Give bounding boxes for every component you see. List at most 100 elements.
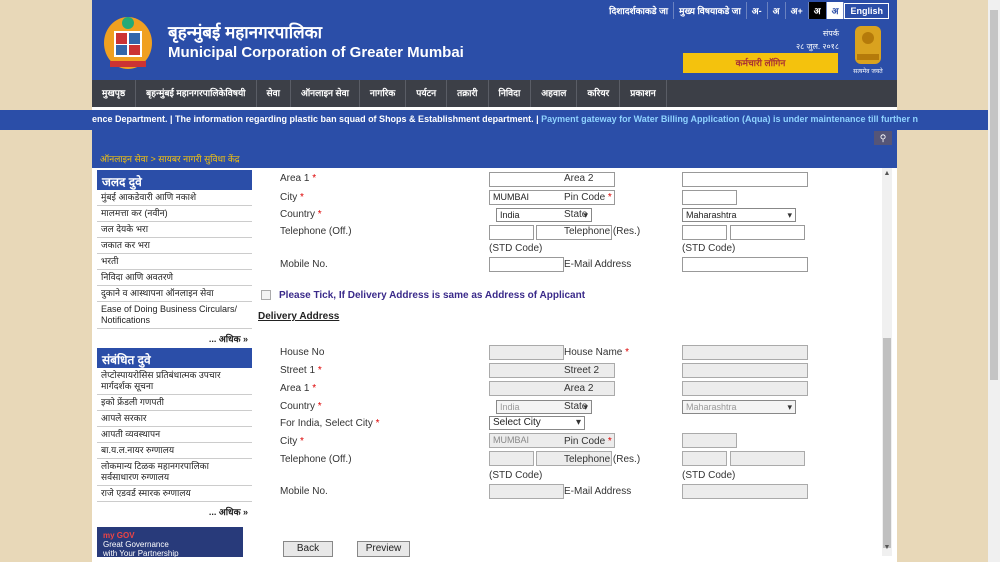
delivery-street2-input[interactable]: [682, 363, 808, 378]
sidebar-item-octroi[interactable]: जकात कर भरा: [97, 238, 252, 254]
nav-about[interactable]: बृहन्मुंबई महानगरपालिकेविषयी: [136, 80, 257, 107]
delivery-house-name-input[interactable]: [682, 345, 808, 360]
nav-reports[interactable]: अहवाल: [531, 80, 578, 107]
sidebar-item-recruitment[interactable]: भरती: [97, 254, 252, 270]
font-increase-button[interactable]: अ+: [786, 2, 809, 19]
contrast-light-button[interactable]: अ: [826, 2, 845, 19]
delivery-telephone-office-std-input[interactable]: [489, 451, 534, 466]
delivery-telephone-office-label: Telephone (Off.): [280, 454, 352, 465]
telephone-office-label: Telephone (Off.): [280, 226, 352, 237]
breadcrumb[interactable]: ऑनलाइन सेवा > सायबर नागरी सुविधा केंद्र: [92, 146, 897, 168]
nav-home[interactable]: मुखपृष्ठ: [92, 80, 137, 107]
sidebar-item-nair-hospital[interactable]: बा.य.ल.नायर रुग्णालय: [97, 443, 252, 459]
sidebar-item-shops-online[interactable]: दुकाने व आस्थापना ऑनलाइन सेवा: [97, 286, 252, 302]
font-decrease-button[interactable]: अ-: [747, 2, 768, 19]
delivery-state-select[interactable]: Maharashtra: [682, 400, 796, 414]
skip-to-navigation-link[interactable]: दिशादर्शकाकडे जा: [604, 2, 675, 19]
delivery-std-code-hint: (STD Code): [489, 470, 543, 481]
english-language-link[interactable]: English: [844, 2, 889, 19]
back-button[interactable]: Back: [283, 541, 333, 557]
font-normal-button[interactable]: अ: [768, 2, 786, 19]
std-code-hint: (STD Code): [489, 243, 543, 254]
delivery-area1-input[interactable]: [489, 381, 615, 396]
main-nav: मुखपृष्ठ बृहन्मुंबई महानगरपालिकेविषयी से…: [92, 80, 897, 107]
scroll-up-icon[interactable]: ▲: [882, 170, 892, 180]
area1-label: Area 1 *: [280, 173, 317, 184]
nav-citizen[interactable]: नागरिक: [360, 80, 407, 107]
area2-input[interactable]: [682, 172, 808, 187]
same-address-label: Please Tick, If Delivery Address is same…: [279, 290, 586, 301]
site-title-marathi: बृहन्मुंबई महानगरपालिका: [168, 23, 323, 42]
sidebar-item-ease-of-business[interactable]: Ease of Doing Business Circulars/ Notifi…: [97, 302, 252, 329]
mobile-input[interactable]: [489, 257, 564, 272]
sidebar-item-water-bill[interactable]: जल देयके भरा: [97, 222, 252, 238]
email-label: E-Mail Address: [564, 259, 632, 270]
delivery-email-label: E-Mail Address: [564, 486, 632, 497]
nav-tourism[interactable]: पर्यटन: [406, 80, 448, 107]
delivery-city-select[interactable]: Select City: [489, 416, 585, 430]
telephone-residence-input[interactable]: [730, 225, 805, 240]
related-links-title: संबंधित दुवे: [97, 348, 252, 368]
nav-complaints[interactable]: तक्रारी: [447, 80, 489, 107]
quick-links-more-link[interactable]: ... अधिक »: [97, 329, 252, 348]
preview-button[interactable]: Preview: [357, 541, 410, 557]
header: बृहन्मुंबई महानगरपालिका Municipal Corpor…: [92, 0, 897, 80]
search-icon[interactable]: ⚲: [874, 131, 892, 145]
telephone-residence-label: Telephone (Res.): [564, 226, 641, 237]
sidebar-item-eco-ganpati[interactable]: इको फ्रेंडली गणपती: [97, 395, 252, 411]
same-address-checkbox[interactable]: [261, 290, 271, 300]
form-scrollbar[interactable]: ▲ ▼: [882, 168, 892, 556]
mobile-label: Mobile No.: [280, 259, 328, 270]
mcgm-logo: [104, 17, 152, 69]
form-scrollbar-thumb[interactable]: [883, 338, 891, 548]
mygov-logo: my GOV: [103, 531, 135, 540]
emblem-caption: सत्यमेव जयते: [853, 67, 883, 75]
sidebar-item-kem-hospital[interactable]: राजे एडवर्ड स्मारक रुग्णालय: [97, 486, 252, 502]
area1-input[interactable]: [489, 172, 615, 187]
sidebar-item-tenders[interactable]: निविदा आणि अवतरणे: [97, 270, 252, 286]
mygov-banner[interactable]: my GOV Great Governance with Your Partne…: [97, 527, 243, 558]
delivery-mobile-label: Mobile No.: [280, 486, 328, 497]
delivery-telephone-residence-std-input[interactable]: [682, 451, 727, 466]
sidebar-item-disaster-management[interactable]: आपती व्यवस्थापन: [97, 427, 252, 443]
window-scrollbar[interactable]: [988, 0, 1000, 562]
contrast-dark-button[interactable]: अ: [808, 2, 827, 19]
sidebar-item-tilak-hospital[interactable]: लोकमान्य टिळक महानगरपालिका सर्वसाधारण रु…: [97, 459, 252, 486]
contact-link[interactable]: संपर्क: [796, 27, 839, 40]
nav-online-services[interactable]: ऑनलाइन सेवा: [291, 80, 360, 107]
window-scrollbar-thumb[interactable]: [990, 10, 998, 380]
nav-tenders[interactable]: निविदा: [489, 80, 532, 107]
nav-publications[interactable]: प्रकाशन: [620, 80, 667, 107]
related-links-more-link[interactable]: ... अधिक »: [97, 502, 252, 521]
delivery-telephone-residence-input[interactable]: [730, 451, 805, 466]
state-select[interactable]: Maharashtra: [682, 208, 796, 222]
site-title-english: Municipal Corporation of Greater Mumbai: [168, 44, 464, 61]
sidebar-item-aaple-sarkar[interactable]: आपले सरकार: [97, 411, 252, 427]
pin-code-input[interactable]: [682, 190, 737, 205]
current-date: २८ जुल. २०१८: [796, 42, 839, 51]
mygov-text-line1: Great Governance: [103, 540, 169, 549]
delivery-area2-input[interactable]: [682, 381, 808, 396]
news-ticker-text[interactable]: ence Department. | The information regar…: [92, 114, 918, 124]
telephone-residence-std-input[interactable]: [682, 225, 727, 240]
pin-code-label: Pin Code *: [564, 192, 612, 203]
telephone-office-std-input[interactable]: [489, 225, 534, 240]
delivery-city-label: City *: [280, 436, 304, 447]
sidebar-item-property-tax[interactable]: मालमत्ता कर (नवीन): [97, 206, 252, 222]
employee-login-button[interactable]: कर्मचारी लॉगिन: [683, 53, 838, 73]
nav-services[interactable]: सेवा: [257, 80, 291, 107]
scroll-down-icon[interactable]: ▼: [882, 544, 892, 554]
delivery-pin-code-input[interactable]: [682, 433, 737, 448]
sidebar-item-leptospirosis[interactable]: लेप्टोस्पायरोसिस प्रतिबंधात्मक उपचार मार…: [97, 368, 252, 395]
page: बृहन्मुंबई महानगरपालिका Municipal Corpor…: [92, 0, 897, 562]
news-ticker: ence Department. | The information regar…: [0, 110, 1000, 130]
email-input[interactable]: [682, 257, 808, 272]
delivery-mobile-input[interactable]: [489, 484, 564, 499]
nav-career[interactable]: करियर: [577, 80, 621, 107]
delivery-pin-code-label: Pin Code *: [564, 436, 612, 447]
skip-to-content-link[interactable]: मुख्य विषयाकडे जा: [674, 2, 747, 19]
delivery-email-input[interactable]: [682, 484, 808, 499]
delivery-street2-label: Street 2: [564, 365, 600, 376]
delivery-house-no-input[interactable]: [489, 345, 564, 360]
sidebar-item-statistics[interactable]: मुंबई आकडेवारी आणि नकाशे: [97, 190, 252, 206]
